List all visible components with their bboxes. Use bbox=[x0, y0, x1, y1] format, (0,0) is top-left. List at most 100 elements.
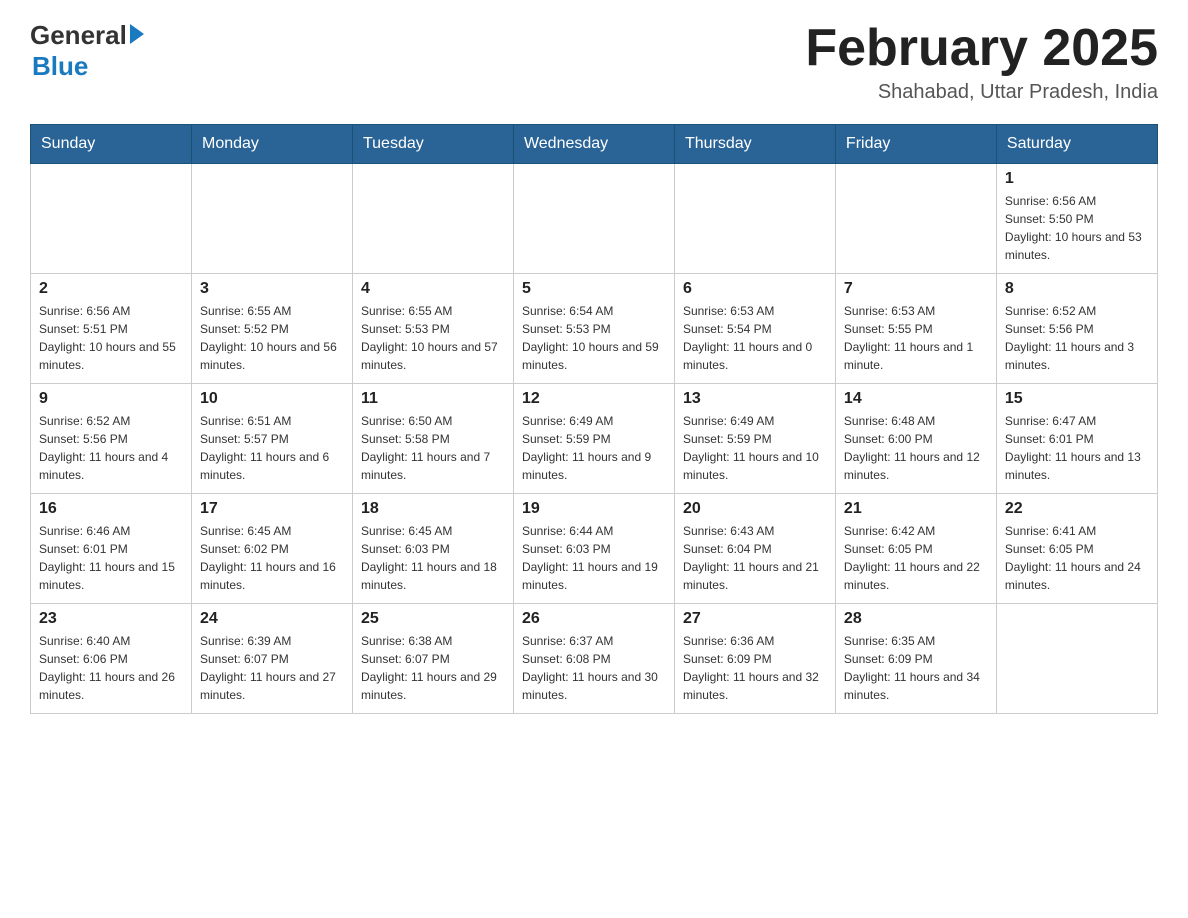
day-info: Sunrise: 6:45 AMSunset: 6:03 PMDaylight:… bbox=[361, 522, 505, 594]
calendar-cell bbox=[31, 164, 192, 274]
day-info: Sunrise: 6:49 AMSunset: 5:59 PMDaylight:… bbox=[683, 412, 827, 484]
weekday-header-saturday: Saturday bbox=[996, 125, 1157, 164]
weekday-header-monday: Monday bbox=[191, 125, 352, 164]
calendar-cell: 13Sunrise: 6:49 AMSunset: 5:59 PMDayligh… bbox=[674, 384, 835, 494]
day-number: 23 bbox=[39, 610, 183, 628]
calendar-cell: 24Sunrise: 6:39 AMSunset: 6:07 PMDayligh… bbox=[191, 604, 352, 714]
calendar-cell: 4 Sunrise: 6:55 AMSunset: 5:53 PMDaylight… bbox=[352, 274, 513, 384]
logo-blue-text: Blue bbox=[32, 51, 88, 81]
calendar-cell: 10 Sunrise: 6:51 AMSunset: 5:57 PMDayligh… bbox=[191, 384, 352, 494]
calendar-cell: 15 Sunrise: 6:47 AMSunset: 6:01 PMDayligh… bbox=[996, 384, 1157, 494]
calendar-cell: 14 Sunrise: 6:48 AMSunset: 6:00 PMDayligh… bbox=[835, 384, 996, 494]
day-info: Sunrise: 6:41 AMSunset: 6:05 PMDaylight:… bbox=[1005, 522, 1149, 594]
day-number: 19 bbox=[522, 500, 666, 518]
day-info: Sunrise: 6:37 AMSunset: 6:08 PMDaylight:… bbox=[522, 632, 666, 704]
day-number: 28 bbox=[844, 610, 988, 628]
calendar-week-row-4: 16Sunrise: 6:46 AMSunset: 6:01 PMDayligh… bbox=[31, 494, 1158, 604]
day-number: 26 bbox=[522, 610, 666, 628]
day-info: Sunrise: 6:51 AMSunset: 5:57 PMDaylight:… bbox=[200, 412, 344, 484]
calendar-cell: 18 Sunrise: 6:45 AMSunset: 6:03 PMDayligh… bbox=[352, 494, 513, 604]
day-number: 3 bbox=[200, 280, 344, 298]
calendar-cell: 26 Sunrise: 6:37 AMSunset: 6:08 PMDayligh… bbox=[513, 604, 674, 714]
calendar-cell bbox=[674, 164, 835, 274]
calendar-cell bbox=[996, 604, 1157, 714]
day-info: Sunrise: 6:53 AMSunset: 5:54 PMDaylight:… bbox=[683, 302, 827, 374]
calendar-cell: 16Sunrise: 6:46 AMSunset: 6:01 PMDayligh… bbox=[31, 494, 192, 604]
calendar-week-row-2: 2 Sunrise: 6:56 AMSunset: 5:51 PMDaylight… bbox=[31, 274, 1158, 384]
calendar-cell: 19 Sunrise: 6:44 AMSunset: 6:03 PMDayligh… bbox=[513, 494, 674, 604]
calendar-cell: 3Sunrise: 6:55 AMSunset: 5:52 PMDaylight… bbox=[191, 274, 352, 384]
day-info: Sunrise: 6:50 AMSunset: 5:58 PMDaylight:… bbox=[361, 412, 505, 484]
day-number: 14 bbox=[844, 390, 988, 408]
day-info: Sunrise: 6:49 AMSunset: 5:59 PMDaylight:… bbox=[522, 412, 666, 484]
day-info: Sunrise: 6:38 AMSunset: 6:07 PMDaylight:… bbox=[361, 632, 505, 704]
day-info: Sunrise: 6:54 AMSunset: 5:53 PMDaylight:… bbox=[522, 302, 666, 374]
day-number: 7 bbox=[844, 280, 988, 298]
day-number: 8 bbox=[1005, 280, 1149, 298]
calendar-cell bbox=[191, 164, 352, 274]
calendar-cell: 28 Sunrise: 6:35 AMSunset: 6:09 PMDayligh… bbox=[835, 604, 996, 714]
day-info: Sunrise: 6:36 AMSunset: 6:09 PMDaylight:… bbox=[683, 632, 827, 704]
day-number: 5 bbox=[522, 280, 666, 298]
day-number: 6 bbox=[683, 280, 827, 298]
calendar-cell bbox=[835, 164, 996, 274]
logo-arrow-icon bbox=[130, 24, 144, 44]
calendar-week-row-3: 9Sunrise: 6:52 AMSunset: 5:56 PMDaylight… bbox=[31, 384, 1158, 494]
calendar-cell: 5 Sunrise: 6:54 AMSunset: 5:53 PMDaylight… bbox=[513, 274, 674, 384]
day-info: Sunrise: 6:53 AMSunset: 5:55 PMDaylight:… bbox=[844, 302, 988, 374]
day-number: 4 bbox=[361, 280, 505, 298]
header: General Blue February 2025 Shahabad, Utt… bbox=[30, 20, 1158, 104]
day-number: 2 bbox=[39, 280, 183, 298]
day-info: Sunrise: 6:47 AMSunset: 6:01 PMDaylight:… bbox=[1005, 412, 1149, 484]
calendar-table: SundayMondayTuesdayWednesdayThursdayFrid… bbox=[30, 124, 1158, 714]
calendar-cell: 1 Sunrise: 6:56 AMSunset: 5:50 PMDaylight… bbox=[996, 164, 1157, 274]
calendar-title: February 2025 bbox=[805, 20, 1158, 77]
day-number: 27 bbox=[683, 610, 827, 628]
calendar-cell: 11Sunrise: 6:50 AMSunset: 5:58 PMDayligh… bbox=[352, 384, 513, 494]
calendar-cell: 27 Sunrise: 6:36 AMSunset: 6:09 PMDayligh… bbox=[674, 604, 835, 714]
calendar-week-row-5: 23Sunrise: 6:40 AMSunset: 6:06 PMDayligh… bbox=[31, 604, 1158, 714]
logo: General Blue bbox=[30, 20, 144, 82]
weekday-header-wednesday: Wednesday bbox=[513, 125, 674, 164]
day-number: 21 bbox=[844, 500, 988, 518]
day-info: Sunrise: 6:48 AMSunset: 6:00 PMDaylight:… bbox=[844, 412, 988, 484]
weekday-header-sunday: Sunday bbox=[31, 125, 192, 164]
calendar-cell bbox=[513, 164, 674, 274]
calendar-cell: 12 Sunrise: 6:49 AMSunset: 5:59 PMDayligh… bbox=[513, 384, 674, 494]
day-info: Sunrise: 6:56 AMSunset: 5:51 PMDaylight:… bbox=[39, 302, 183, 374]
day-info: Sunrise: 6:42 AMSunset: 6:05 PMDaylight:… bbox=[844, 522, 988, 594]
day-number: 10 bbox=[200, 390, 344, 408]
day-number: 15 bbox=[1005, 390, 1149, 408]
day-number: 18 bbox=[361, 500, 505, 518]
calendar-cell: 2 Sunrise: 6:56 AMSunset: 5:51 PMDaylight… bbox=[31, 274, 192, 384]
weekday-header-thursday: Thursday bbox=[674, 125, 835, 164]
day-info: Sunrise: 6:44 AMSunset: 6:03 PMDaylight:… bbox=[522, 522, 666, 594]
day-info: Sunrise: 6:56 AMSunset: 5:50 PMDaylight:… bbox=[1005, 192, 1149, 264]
day-info: Sunrise: 6:45 AMSunset: 6:02 PMDaylight:… bbox=[200, 522, 344, 594]
calendar-cell: 23Sunrise: 6:40 AMSunset: 6:06 PMDayligh… bbox=[31, 604, 192, 714]
calendar-subtitle: Shahabad, Uttar Pradesh, India bbox=[805, 81, 1158, 104]
calendar-cell: 22Sunrise: 6:41 AMSunset: 6:05 PMDayligh… bbox=[996, 494, 1157, 604]
title-area: February 2025 Shahabad, Uttar Pradesh, I… bbox=[805, 20, 1158, 104]
day-info: Sunrise: 6:43 AMSunset: 6:04 PMDaylight:… bbox=[683, 522, 827, 594]
calendar-cell: 7 Sunrise: 6:53 AMSunset: 5:55 PMDaylight… bbox=[835, 274, 996, 384]
calendar-cell: 8Sunrise: 6:52 AMSunset: 5:56 PMDaylight… bbox=[996, 274, 1157, 384]
day-number: 12 bbox=[522, 390, 666, 408]
logo-general-text: General bbox=[30, 20, 127, 51]
day-number: 16 bbox=[39, 500, 183, 518]
calendar-cell: 21 Sunrise: 6:42 AMSunset: 6:05 PMDayligh… bbox=[835, 494, 996, 604]
calendar-cell: 9Sunrise: 6:52 AMSunset: 5:56 PMDaylight… bbox=[31, 384, 192, 494]
day-number: 20 bbox=[683, 500, 827, 518]
calendar-cell bbox=[352, 164, 513, 274]
day-number: 1 bbox=[1005, 170, 1149, 188]
day-info: Sunrise: 6:52 AMSunset: 5:56 PMDaylight:… bbox=[39, 412, 183, 484]
day-info: Sunrise: 6:55 AMSunset: 5:53 PMDaylight:… bbox=[361, 302, 505, 374]
calendar-cell: 20 Sunrise: 6:43 AMSunset: 6:04 PMDayligh… bbox=[674, 494, 835, 604]
weekday-header-tuesday: Tuesday bbox=[352, 125, 513, 164]
day-number: 25 bbox=[361, 610, 505, 628]
weekday-header-friday: Friday bbox=[835, 125, 996, 164]
day-info: Sunrise: 6:39 AMSunset: 6:07 PMDaylight:… bbox=[200, 632, 344, 704]
calendar-cell: 17Sunrise: 6:45 AMSunset: 6:02 PMDayligh… bbox=[191, 494, 352, 604]
day-info: Sunrise: 6:35 AMSunset: 6:09 PMDaylight:… bbox=[844, 632, 988, 704]
weekday-header-row: SundayMondayTuesdayWednesdayThursdayFrid… bbox=[31, 125, 1158, 164]
